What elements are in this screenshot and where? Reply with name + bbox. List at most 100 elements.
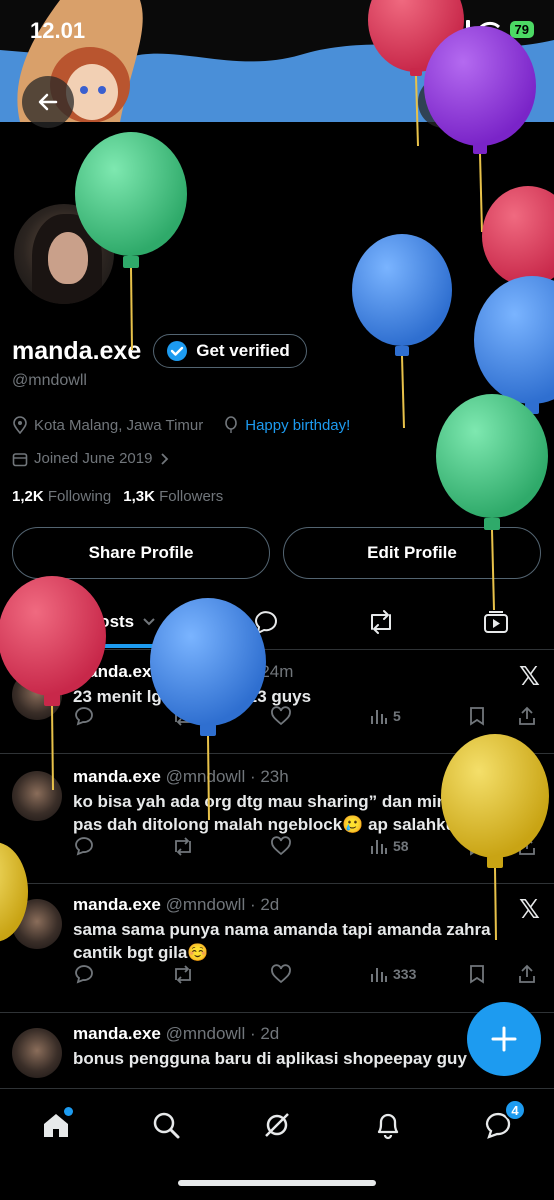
share-button[interactable] xyxy=(517,706,537,726)
views-button[interactable]: 58 xyxy=(369,836,409,856)
nav-grok[interactable] xyxy=(257,1105,297,1145)
chevron-right-icon xyxy=(161,452,169,465)
post-avatar[interactable] xyxy=(12,1028,62,1078)
share-button[interactable] xyxy=(517,836,537,856)
battery-indicator: 79 xyxy=(509,20,534,38)
reply-icon xyxy=(75,707,93,726)
views-count: 58 xyxy=(393,838,409,854)
tab-media[interactable] xyxy=(470,596,522,648)
share-button[interactable] xyxy=(517,964,537,984)
post-item[interactable]: manda.exe @mndowll · 24m 𝕏 23 menit lg a… xyxy=(0,652,554,754)
post-meta: @mndowll · 2d xyxy=(165,1024,280,1043)
birthday-link[interactable]: Happy birthday! xyxy=(245,417,350,434)
profile-handle: @mndowll xyxy=(12,372,87,389)
avatar-face xyxy=(48,232,88,284)
post-text: ko bisa yah ada org dtg mau sharing” dan… xyxy=(73,792,540,834)
post-item[interactable]: manda.exe @mndowll · 2d 𝕏 sama sama puny… xyxy=(0,885,554,1013)
balloon-blue-right xyxy=(474,276,554,487)
location-text: Kota Malang, Jawa Timur xyxy=(34,416,204,434)
like-icon xyxy=(271,706,291,726)
post-author-name[interactable]: manda.exe xyxy=(73,1024,161,1043)
replies-icon xyxy=(254,611,277,635)
post-author-name[interactable]: manda.exe xyxy=(73,662,161,681)
name-row: manda.exe Get verified xyxy=(12,334,307,368)
views-icon xyxy=(371,710,387,724)
home-indicator xyxy=(178,1180,376,1186)
display-name: manda.exe xyxy=(12,336,142,365)
bookmark-icon xyxy=(470,965,484,984)
signal-icon xyxy=(444,20,470,38)
like-icon xyxy=(271,836,291,856)
post-meta: @mndowll · 23h xyxy=(165,767,289,786)
views-icon xyxy=(371,840,387,854)
repost-icon xyxy=(175,965,191,984)
share-icon xyxy=(519,964,535,983)
bookmark-icon xyxy=(470,707,484,726)
post-item[interactable]: manda.exe @mndowll · 23h 𝕏 ko bisa yah a… xyxy=(0,755,554,884)
location-pin-icon xyxy=(13,416,27,434)
profile-meta-location: Kota Malang, Jawa Timur Happy birthday! xyxy=(12,416,350,434)
bookmark-button[interactable] xyxy=(468,706,486,726)
reply-icon xyxy=(75,837,93,856)
views-button[interactable]: 333 xyxy=(369,964,416,984)
profile-meta-joined[interactable]: Joined June 2019 xyxy=(12,450,170,467)
reply-button[interactable] xyxy=(73,964,95,984)
post-meta: @mndowll · 2d xyxy=(165,895,280,914)
compose-button[interactable] xyxy=(467,1002,541,1076)
post-meta: @mndowll · 24m xyxy=(165,662,294,681)
nav-home[interactable] xyxy=(36,1105,76,1145)
tab-reposts[interactable] xyxy=(355,596,407,648)
repost-button[interactable] xyxy=(171,836,195,856)
bookmark-button[interactable] xyxy=(468,836,486,856)
share-icon xyxy=(519,836,535,855)
joined-text: Joined June 2019 xyxy=(34,450,153,467)
reply-button[interactable] xyxy=(73,706,95,726)
home-unread-dot xyxy=(64,1107,73,1116)
nav-notifications[interactable] xyxy=(368,1105,408,1145)
followers-link[interactable]: 1,3K Followers xyxy=(123,488,223,505)
tab-active-indicator xyxy=(30,644,178,648)
follow-counts: 1,2K Following 1,3K Followers xyxy=(12,488,223,505)
tab-posts-label: Posts xyxy=(87,612,135,631)
nav-explore[interactable] xyxy=(146,1105,186,1145)
bookmark-button[interactable] xyxy=(468,964,486,984)
like-button[interactable] xyxy=(270,836,292,856)
grok-nav-icon xyxy=(265,1113,289,1137)
views-button[interactable]: 5 xyxy=(369,706,401,726)
like-icon xyxy=(271,964,291,984)
wifi-icon xyxy=(479,21,500,37)
back-button[interactable] xyxy=(22,76,74,128)
followers-label: Followers xyxy=(159,488,224,505)
post-avatar[interactable] xyxy=(12,899,62,949)
balloon-blue-mid xyxy=(352,234,452,429)
profile-avatar[interactable] xyxy=(10,200,118,308)
repost-button[interactable] xyxy=(171,964,195,984)
search-button[interactable] xyxy=(480,76,532,128)
bookmark-icon xyxy=(470,837,484,856)
repost-button[interactable] xyxy=(171,706,195,726)
media-icon xyxy=(484,611,508,633)
get-verified-button[interactable]: Get verified xyxy=(153,334,307,368)
post-avatar[interactable] xyxy=(12,771,62,821)
nav-messages[interactable]: 4 xyxy=(478,1099,526,1145)
post-author-name[interactable]: manda.exe xyxy=(73,767,161,786)
like-button[interactable] xyxy=(270,964,292,984)
tab-posts[interactable]: Posts xyxy=(30,596,180,648)
edit-profile-button[interactable]: Edit Profile xyxy=(283,527,541,579)
verified-badge-icon xyxy=(167,341,188,361)
grok-button[interactable] xyxy=(418,76,470,128)
following-label: Following xyxy=(47,488,112,505)
followers-count: 1,3K xyxy=(123,488,155,505)
reply-button[interactable] xyxy=(73,836,95,856)
share-profile-button[interactable]: Share Profile xyxy=(12,527,270,579)
back-arrow-icon xyxy=(38,93,58,111)
notifications-icon xyxy=(377,1113,399,1140)
posts-tab-icon xyxy=(54,611,79,633)
following-link[interactable]: 1,2K Following xyxy=(12,488,111,505)
post-author-name[interactable]: manda.exe xyxy=(73,895,161,914)
like-button[interactable] xyxy=(270,706,292,726)
reply-icon xyxy=(75,965,93,984)
tab-replies[interactable] xyxy=(240,596,292,648)
post-avatar[interactable] xyxy=(12,670,62,720)
profile-tabs: Posts xyxy=(0,596,554,650)
